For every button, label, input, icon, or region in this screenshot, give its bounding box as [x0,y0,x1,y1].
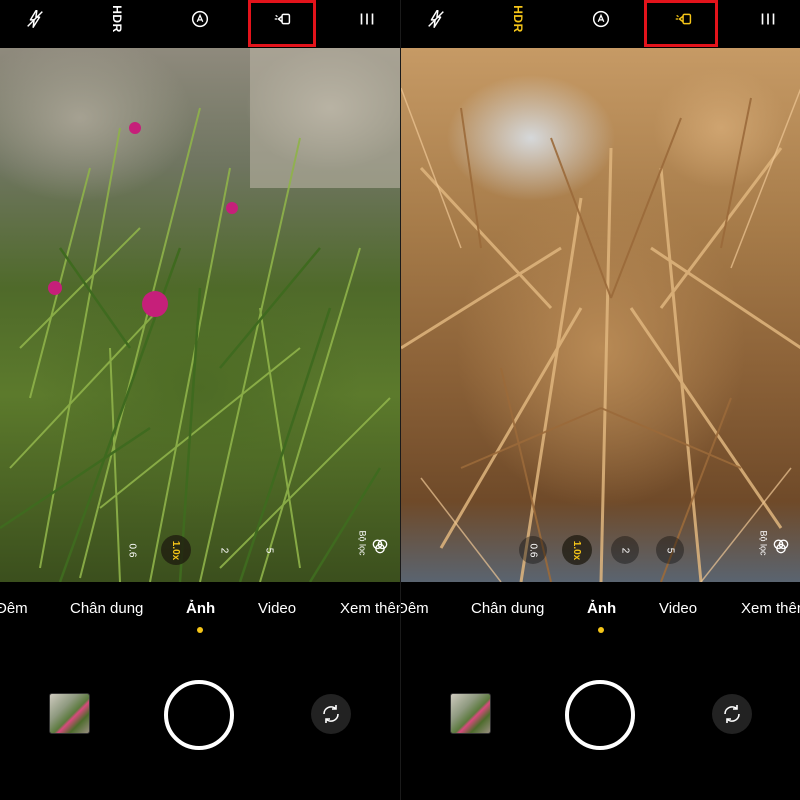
filter-label: Bộ lọc [758,530,769,556]
viewfinder[interactable] [0,48,400,582]
zoom-option[interactable]: 0.6 [519,536,547,564]
mode-video[interactable]: Video [258,600,296,617]
filter-button[interactable]: Bộ lọc [358,530,388,566]
capture-controls [0,652,400,800]
capture-controls [401,652,800,800]
active-mode-indicator [598,627,604,633]
zoom-option[interactable]: 2 [611,536,639,564]
zoom-option-active[interactable]: 1.0x [562,535,592,565]
zoom-option[interactable]: 5 [656,536,684,564]
flash-off-icon[interactable] [20,6,50,32]
gallery-thumbnail[interactable] [450,693,491,734]
filter-icon [372,539,388,554]
switch-camera-icon [323,705,339,723]
ai-scene-icon[interactable] [185,6,215,32]
zoom-option[interactable]: 5 [255,536,283,564]
filter-label: Bộ lọc [357,530,368,556]
menu-icon[interactable] [753,6,783,32]
switch-camera-button[interactable] [311,694,351,734]
viewfinder[interactable] [401,48,800,582]
viewfinder-scene-dry-branches [401,87,800,582]
highlight-box [644,0,718,47]
flash-off-icon[interactable] [421,6,451,32]
switch-camera-icon [724,705,740,723]
zoom-control: 0.6 1.0x 2 5 [401,535,800,565]
hdr-toggle[interactable]: HDR [503,5,533,33]
shutter-button[interactable] [565,680,635,750]
mode-selector: Đêm Chân dung Ảnh Video Xem thêm [0,582,400,652]
camera-toolbar: HDR [0,0,400,48]
active-mode-indicator [197,627,203,633]
ai-scene-icon[interactable] [586,6,616,32]
shutter-button[interactable] [164,680,234,750]
mode-video[interactable]: Video [659,600,697,617]
zoom-control: 0.6 1.0x 2 5 [0,535,400,565]
mode-night[interactable]: Đêm [401,600,429,617]
filter-button[interactable]: Bộ lọc [759,530,789,566]
gallery-thumbnail[interactable] [49,693,90,734]
switch-camera-button[interactable] [712,694,752,734]
mode-photo[interactable]: Ảnh [186,600,215,617]
zoom-option[interactable]: 2 [210,536,238,564]
mode-more[interactable]: Xem thêm [741,600,800,617]
hdr-toggle[interactable]: HDR [102,5,132,33]
mode-portrait[interactable]: Chân dung [70,600,143,617]
camera-screen-right: HDR 0.6 1.0x 2 5 Bộ lọc Đêm Chân dung Ản… [400,0,800,800]
mode-selector: Đêm Chân dung Ảnh Video Xem thêm [401,582,800,652]
camera-screen-left: HDR 0.6 1.0x 2 5 Bộ lọc Đêm Chân dung Ản… [0,0,400,800]
zoom-option[interactable]: 0.6 [118,536,146,564]
hdr-label: HDR [110,5,124,33]
mode-portrait[interactable]: Chân dung [471,600,544,617]
viewfinder-scene-plant [0,48,400,582]
mode-photo[interactable]: Ảnh [587,600,616,617]
menu-icon[interactable] [352,6,382,32]
mode-night[interactable]: Đêm [0,600,28,617]
zoom-option-active[interactable]: 1.0x [161,535,191,565]
filter-icon [773,539,789,554]
mode-more[interactable]: Xem thêm [340,600,400,617]
camera-toolbar: HDR [401,0,800,48]
highlight-box [248,0,316,47]
hdr-label: HDR [511,5,525,33]
